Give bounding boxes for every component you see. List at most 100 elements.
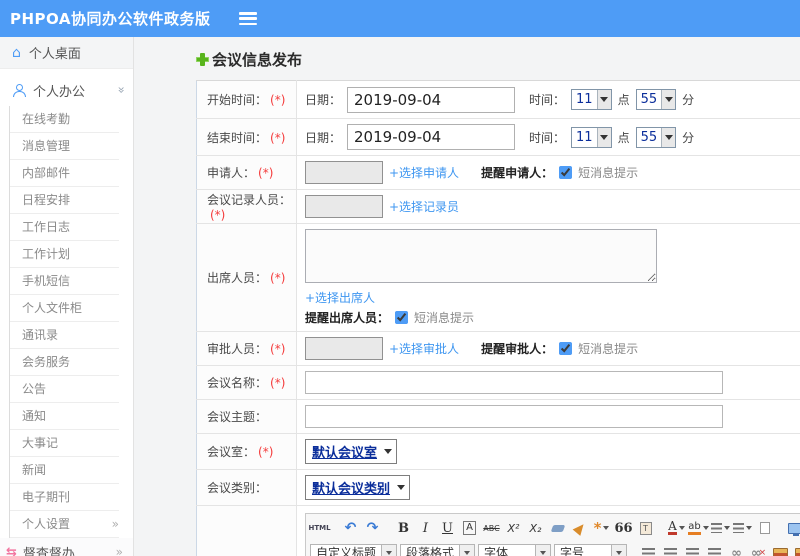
upload-image-icon[interactable]	[793, 544, 800, 556]
align-left-icon[interactable]	[639, 544, 658, 556]
choose-recorder-link[interactable]: +选择记录员	[389, 198, 459, 215]
start-date-input[interactable]	[347, 86, 516, 113]
remove-link-icon[interactable]: ∞ ×	[749, 544, 768, 556]
approver-sms-checkbox[interactable]	[559, 342, 573, 355]
remind-label: 提醒出席人员：	[305, 311, 390, 325]
approver-input[interactable]	[305, 337, 383, 360]
end-minute-select[interactable]: 55	[635, 126, 677, 148]
align-right-icon[interactable]	[683, 544, 702, 556]
sidebar-item-attendance[interactable]: 在线考勤	[10, 106, 119, 133]
bold-button[interactable]: B	[394, 519, 413, 537]
new-page-icon[interactable]	[755, 519, 774, 537]
end-hour-select[interactable]: 11	[571, 126, 612, 148]
strikethrough-button[interactable]: ABC	[482, 519, 501, 537]
choose-applicant-link[interactable]: +选择申请人	[389, 164, 459, 181]
auto-format-icon[interactable]: *	[592, 519, 611, 537]
sms-remind-text: 短消息提示	[578, 342, 639, 356]
underline-button[interactable]: U	[438, 519, 457, 537]
sidebar-item-notice[interactable]: 通知	[10, 403, 119, 430]
html-source-button[interactable]: HTML	[308, 519, 330, 537]
sidebar-item-internal-mail[interactable]: 内部邮件	[10, 160, 119, 187]
recorder-input[interactable]	[305, 195, 383, 218]
add-icon	[196, 53, 209, 66]
italic-button[interactable]: I	[416, 519, 435, 537]
meeting-room-select[interactable]: 默认会议室	[305, 439, 398, 464]
highlight-color-button[interactable]: ab	[688, 519, 709, 537]
sidebar-item-schedule[interactable]: 日程安排	[10, 187, 119, 214]
font-family-dropdown[interactable]: 字体	[478, 543, 552, 556]
font-color-button[interactable]: A	[667, 519, 686, 537]
meeting-category-select[interactable]: 默认会议类别	[305, 475, 411, 500]
sidebar-item-contacts[interactable]: 通讯录	[10, 322, 119, 349]
choose-attendees-link[interactable]: +选择出席人	[305, 291, 375, 305]
end-date-input[interactable]	[347, 124, 516, 150]
font-style-button[interactable]: A	[463, 521, 476, 535]
table-row: 结束时间：(*) 日期： 时间： 11 点 55 分	[196, 118, 800, 156]
table-row: 会议记录人员：(*) +选择记录员	[196, 189, 800, 224]
chevron-down-icon	[661, 90, 676, 109]
sidebar-item-personal-office[interactable]: 个人办公 »	[0, 74, 133, 106]
table-row: 审批人员： (*) +选择审批人 提醒审批人： 短消息提示	[196, 331, 800, 366]
sidebar-item-label: 个人桌面	[28, 47, 81, 62]
ordered-list-button[interactable]	[711, 519, 730, 537]
sidebar-item-supervision[interactable]: ⇆ 督查督办 »	[0, 538, 133, 556]
meeting-subject-input[interactable]	[305, 405, 723, 428]
sidebar-item-settings[interactable]: 个人设置 »	[10, 511, 119, 538]
custom-heading-dropdown[interactable]: 自定义标题	[310, 543, 398, 556]
eraser-icon[interactable]	[548, 519, 567, 537]
table-row: 会议主题：	[196, 399, 800, 434]
chevron-down-icon	[384, 449, 393, 454]
sidebar-item-desktop[interactable]: ⌂ 个人桌面	[0, 37, 133, 69]
start-minute-select[interactable]: 55	[635, 89, 677, 110]
align-center-icon[interactable]	[661, 544, 680, 556]
fullscreen-icon[interactable]	[786, 519, 800, 537]
chevron-down-icon	[397, 485, 406, 490]
insert-image-icon[interactable]	[771, 544, 790, 556]
redo-icon[interactable]: ↷	[363, 519, 382, 537]
required-mark: (*)	[270, 130, 286, 145]
superscript-button[interactable]: X²	[504, 519, 523, 537]
blockquote-button[interactable]: 66	[614, 519, 633, 537]
menu-icon[interactable]	[238, 12, 257, 25]
hour-unit: 点	[617, 93, 630, 107]
attendees-sms-checkbox[interactable]	[395, 311, 409, 324]
meeting-name-input[interactable]	[305, 371, 723, 394]
time-label: 时间：	[529, 130, 566, 145]
chevron-down-icon	[611, 544, 627, 556]
sidebar-item-file-cabinet[interactable]: 个人文件柜	[10, 295, 119, 322]
format-brush-icon[interactable]	[570, 519, 589, 537]
sidebar-item-work-plan[interactable]: 工作计划	[10, 241, 119, 268]
field-label: 会议记录人员：	[207, 193, 292, 207]
start-hour-select[interactable]: 11	[571, 89, 612, 110]
page-title-text: 会议信息发布	[212, 51, 303, 69]
font-size-dropdown[interactable]: 字号	[554, 543, 628, 556]
field-label: 开始时间：	[207, 93, 268, 107]
table-row: 出席人员： (*) +选择出席人 提醒出席人员： 短消息提示	[196, 223, 800, 332]
subscript-button[interactable]: X₂	[526, 519, 545, 537]
sidebar-item-messages[interactable]: 消息管理	[10, 133, 119, 160]
sidebar-item-meeting-service[interactable]: 会务服务	[10, 349, 119, 376]
unordered-list-button[interactable]	[733, 519, 752, 537]
field-label: 会议名称：	[207, 376, 268, 390]
insert-link-icon[interactable]: ∞	[727, 544, 746, 556]
paste-icon[interactable]: T	[636, 519, 655, 537]
sidebar-submenu: 在线考勤 消息管理 内部邮件 日程安排 工作日志 工作计划 手机短信 个人文件柜…	[9, 106, 133, 538]
required-mark: (*)	[270, 93, 286, 107]
align-justify-icon[interactable]	[705, 544, 724, 556]
attendees-textarea[interactable]	[305, 229, 657, 283]
choose-approver-link[interactable]: +选择审批人	[389, 340, 459, 357]
sidebar-item-e-journal[interactable]: 电子期刊	[10, 484, 119, 511]
applicant-sms-checkbox[interactable]	[559, 166, 573, 179]
main-content: 会议信息发布 开始时间：(*) 日期： 时间： 11 点 55 分 结束时间：(…	[134, 37, 800, 556]
sidebar-item-memorabilia[interactable]: 大事记	[10, 430, 119, 457]
chevron-double-down-icon: »	[114, 86, 129, 94]
minute-unit: 分	[682, 93, 695, 107]
paragraph-format-dropdown[interactable]: 段落格式	[400, 543, 476, 556]
sidebar-item-work-log[interactable]: 工作日志	[10, 214, 119, 241]
sidebar-item-news[interactable]: 新闻	[10, 457, 119, 484]
applicant-input[interactable]	[305, 161, 383, 184]
undo-icon[interactable]: ↶	[341, 519, 360, 537]
sidebar-item-sms[interactable]: 手机短信	[10, 268, 119, 295]
table-row: 会议名称： (*)	[196, 365, 800, 400]
sidebar-item-announcement[interactable]: 公告	[10, 376, 119, 403]
